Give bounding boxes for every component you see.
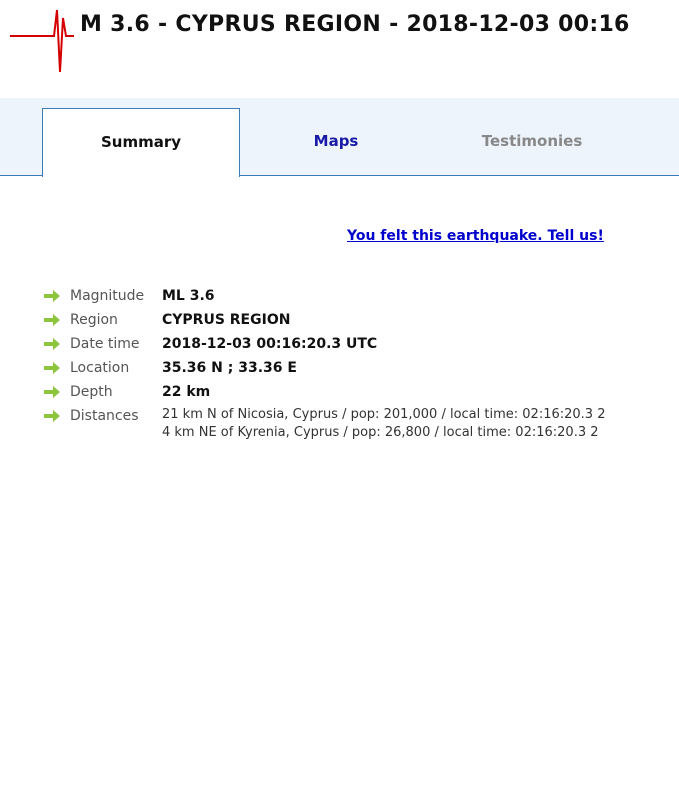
region-value: CYPRUS REGION: [162, 312, 291, 328]
event-details: Magnitude ML 3.6 Region CYPRUS REGION Da…: [44, 286, 679, 446]
green-arrow-icon: [44, 334, 60, 354]
detail-label: Distances: [70, 408, 139, 424]
detail-label: Depth: [70, 384, 113, 400]
detail-row-datetime: Date time 2018-12-03 00:16:20.3 UTC: [44, 334, 679, 358]
detail-row-distances: Distances 21 km N of Nicosia, Cyprus / p…: [44, 406, 679, 446]
detail-label: Date time: [70, 336, 140, 352]
green-arrow-icon: [44, 406, 60, 426]
green-arrow-icon: [44, 310, 60, 330]
datetime-value: 2018-12-03 00:16:20.3 UTC: [162, 336, 378, 352]
tab-maps[interactable]: Maps: [237, 108, 435, 176]
detail-row-magnitude: Magnitude ML 3.6: [44, 286, 679, 310]
tab-summary[interactable]: Summary: [42, 108, 240, 177]
green-arrow-icon: [44, 286, 60, 306]
detail-row-depth: Depth 22 km: [44, 382, 679, 406]
magnitude-value: ML 3.6: [162, 288, 215, 304]
page-header: M 3.6 - CYPRUS REGION - 2018-12-03 00:16: [0, 0, 679, 90]
detail-label: Region: [70, 312, 118, 328]
distance-line: 4 km NE of Kyrenia, Cyprus / pop: 26,800…: [162, 425, 599, 440]
detail-label: Magnitude: [70, 288, 145, 304]
distances-value: 21 km N of Nicosia, Cyprus / pop: 201,00…: [162, 406, 605, 442]
tab-bar: Summary Maps Testimonies: [0, 98, 679, 177]
depth-value: 22 km: [162, 384, 211, 400]
detail-row-location: Location 35.36 N ; 33.36 E: [44, 358, 679, 382]
green-arrow-icon: [44, 382, 60, 402]
distance-line: 21 km N of Nicosia, Cyprus / pop: 201,00…: [162, 407, 606, 422]
detail-label: Location: [70, 360, 130, 376]
green-arrow-icon: [44, 358, 60, 378]
page-title: M 3.6 - CYPRUS REGION - 2018-12-03 00:16: [80, 12, 630, 37]
location-value: 35.36 N ; 33.36 E: [162, 360, 297, 376]
detail-row-region: Region CYPRUS REGION: [44, 310, 679, 334]
seismogram-logo-icon: [10, 9, 74, 73]
felt-earthquake-link[interactable]: You felt this earthquake. Tell us!: [347, 228, 604, 244]
tab-testimonies: Testimonies: [481, 132, 583, 150]
